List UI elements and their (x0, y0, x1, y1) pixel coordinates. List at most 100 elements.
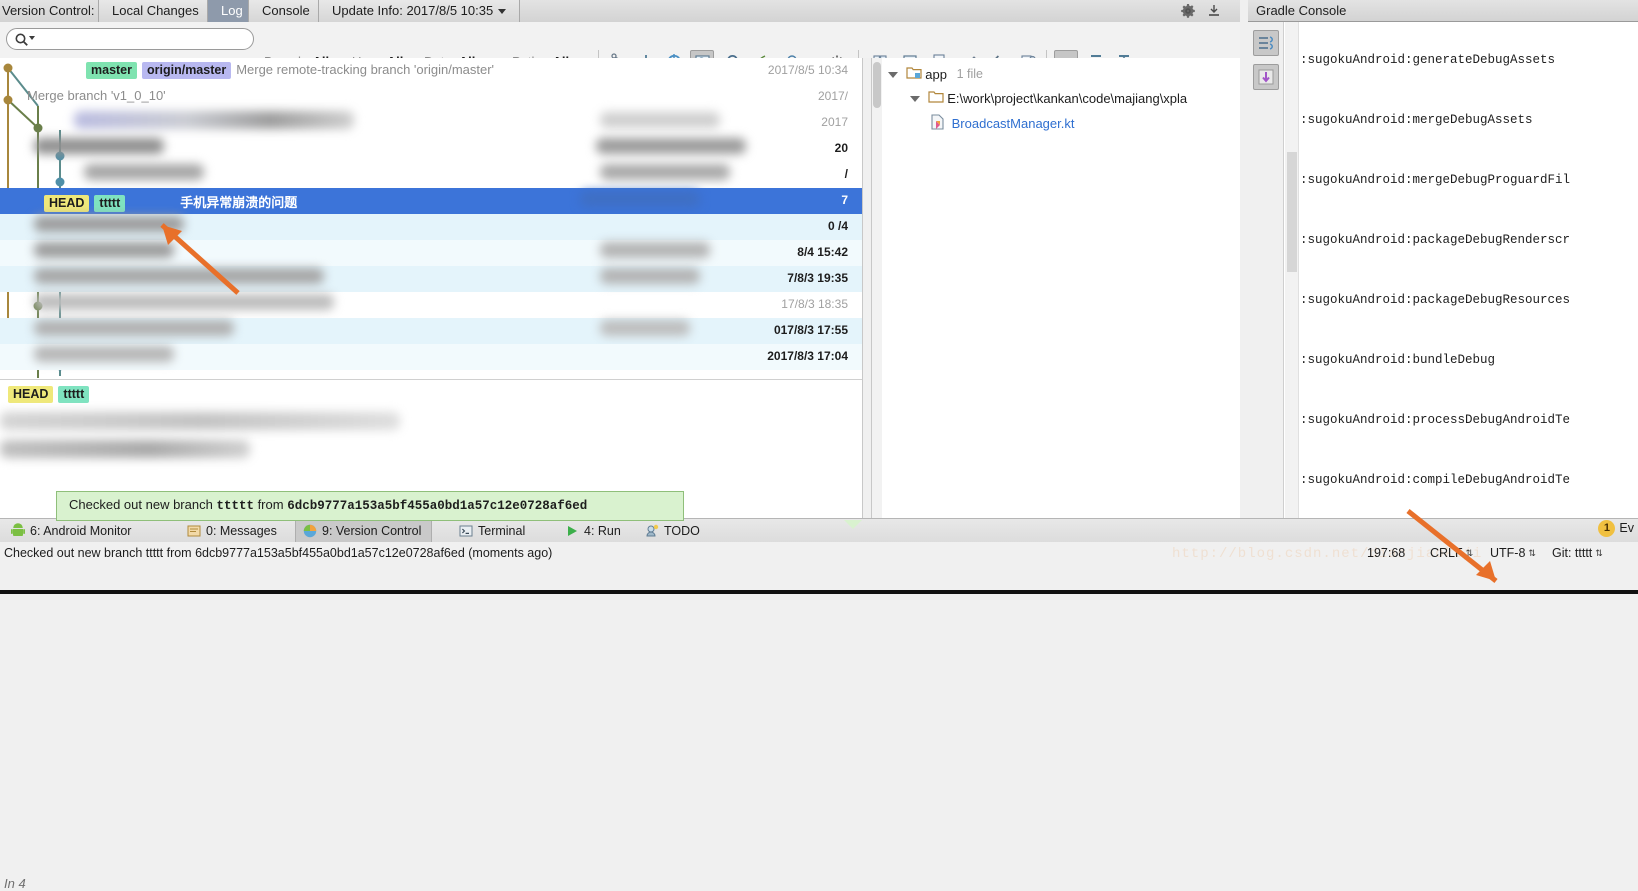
commit-date: 2017 (821, 115, 848, 129)
tab-console[interactable]: Console (248, 0, 324, 22)
commit-row-selected[interactable]: HEAD ttttt 手机异常崩溃的问题 7 (0, 188, 862, 214)
notification-balloon[interactable]: Checked out new branch ttttt from 6dcb97… (56, 491, 684, 521)
android-icon (10, 523, 26, 539)
ref-label-branch[interactable]: master (86, 62, 137, 80)
toolwindow-android-monitor[interactable]: 6: Android Monitor (4, 519, 141, 543)
toolwindow-todo[interactable]: TODO (638, 519, 710, 543)
commit-row[interactable]: 017/8/3 17:55 (0, 318, 862, 344)
changed-files-tree[interactable]: app 1 file E:\work\project\kankan\code\m… (872, 58, 1240, 518)
commit-row[interactable]: 0 /4 (0, 214, 862, 240)
updown-icon: ⇅ (1595, 548, 1603, 559)
filetree-file-label[interactable]: BroadcastManager.kt (952, 116, 1075, 131)
screen-bottom-edge (0, 590, 1638, 594)
commit-subject: Merge remote-tracking branch 'origin/mas… (236, 62, 495, 77)
commit-date: 2017/8/3 17:04 (767, 349, 848, 363)
partial-editor-text: In 4 (4, 876, 26, 891)
ref-label-branch[interactable]: ttttt (58, 386, 90, 404)
commit-row[interactable]: master origin/master Merge remote-tracking… (0, 58, 862, 84)
version-control-icon (302, 523, 318, 539)
redacted-detail-line (0, 412, 400, 430)
notification-text: Checked out new branch ttttt from 6dcb97… (69, 497, 588, 513)
notification-hash: 6dcb9777a153a5bf455a0bd1a57c12e0728af6ed (287, 499, 588, 513)
search-scope-chevron-icon[interactable] (29, 36, 35, 40)
commit-row[interactable]: Merge branch 'v1_0_10' 2017/ (0, 84, 862, 110)
filetree-scrollbar[interactable] (872, 58, 882, 518)
filetree-node-file[interactable]: BroadcastManager.kt (930, 114, 1074, 133)
gradle-console-panel: Gradle Console :sugokuAndroid:generateDe… (1248, 0, 1638, 518)
git-branch-widget[interactable]: Git: ttttt ⇅ (1552, 546, 1603, 560)
commit-detail-refs: HEAD ttttt (8, 386, 94, 404)
tab-update-info[interactable]: Update Info: 2017/8/5 10:35 (318, 0, 521, 22)
gradle-line: :sugokuAndroid:mergeDebugProguardFil (1300, 173, 1571, 187)
redacted-author (596, 138, 746, 154)
redacted-author (600, 242, 710, 258)
redacted-author (580, 191, 700, 207)
updown-icon: ⇅ (1528, 548, 1536, 559)
toolwindow-version-control[interactable]: 9: Version Control (295, 519, 433, 543)
todo-icon (644, 523, 660, 539)
ref-label-remote[interactable]: origin/master (142, 62, 232, 80)
commit-log-list[interactable]: master origin/master Merge remote-tracking… (0, 58, 862, 378)
toolwindow-terminal[interactable]: Terminal (452, 519, 535, 543)
gradle-line: :sugokuAndroid:packageDebugRenderscr (1300, 233, 1571, 247)
toggle-tasks-icon[interactable] (1253, 30, 1279, 56)
gradle-line: :sugokuAndroid:compileDebugAndroidTe (1300, 473, 1571, 487)
gradle-console-output: :sugokuAndroid:generateDebugAssets :sugo… (1300, 22, 1638, 518)
commit-row[interactable]: 7/8/3 19:35 (0, 266, 862, 292)
filetree-node-path[interactable]: E:\work\project\kankan\code\majiang\xpla (910, 90, 1187, 107)
terminal-icon (458, 523, 474, 539)
search-input[interactable] (37, 31, 246, 49)
module-folder-icon (906, 66, 922, 83)
caret-position[interactable]: 197:68 (1367, 546, 1405, 560)
balloon-tail (844, 520, 862, 529)
event-log-badge[interactable]: 1 Ev (1598, 520, 1634, 537)
panel-splitter[interactable] (862, 58, 872, 518)
redacted-author (600, 112, 720, 128)
gradle-line: :sugokuAndroid:generateDebugAssets (1300, 53, 1556, 67)
ref-label-branch[interactable]: ttttt (94, 195, 126, 213)
hide-window-icon[interactable] (1206, 3, 1222, 19)
line-separator[interactable]: CRLF ⇅ (1430, 546, 1473, 560)
commit-row[interactable]: / (0, 162, 862, 188)
chevron-down-icon[interactable] (910, 95, 920, 102)
filetree-node-app[interactable]: app 1 file (888, 66, 983, 83)
tab-local-changes[interactable]: Local Changes (98, 0, 213, 22)
toolwindow-label: 4: Run (584, 524, 621, 538)
commit-date: 0 /4 (827, 219, 848, 233)
search-input-wrapper[interactable] (6, 28, 254, 50)
commit-subject: 手机异常崩溃的问题 (180, 195, 298, 210)
chevron-down-icon (498, 9, 507, 15)
search-icon (15, 33, 28, 46)
commit-row[interactable]: 17/8/3 18:35 (0, 292, 862, 318)
gradle-line: :sugokuAndroid:bundleDebug (1300, 353, 1496, 367)
chevron-down-icon[interactable] (888, 71, 898, 78)
commit-row[interactable]: 20 (0, 136, 862, 162)
redacted-commit-message (84, 164, 204, 180)
commit-row[interactable]: 8/4 15:42 (0, 240, 862, 266)
toolwindow-messages[interactable]: 0: Messages (180, 519, 287, 543)
log-toolbar: Branch: All⇅ User: All⇅ Date: All⇅ Paths… (0, 22, 1240, 74)
redacted-commit-message (34, 294, 334, 310)
vc-panel-label: Version Control: (2, 3, 95, 18)
gradle-console-scrollbar[interactable] (1285, 22, 1299, 518)
ref-label-head[interactable]: HEAD (8, 386, 54, 404)
file-encoding[interactable]: UTF-8 ⇅ (1490, 546, 1536, 560)
toolwindow-label: 9: Version Control (322, 524, 422, 538)
redacted-commit-message (74, 111, 354, 129)
filetree-scrollbar-thumb[interactable] (873, 62, 881, 108)
commit-row[interactable]: 2017/8/3 17:04 (0, 344, 862, 370)
ref-label-head[interactable]: HEAD (44, 195, 90, 213)
commit-row[interactable]: 2017 (0, 110, 862, 136)
redacted-commit-message (34, 216, 184, 232)
ide-window: Version Control: Local Changes Log Conso… (0, 0, 1638, 891)
gear-icon[interactable] (1180, 3, 1196, 19)
redacted-author (600, 268, 700, 284)
scroll-to-end-icon[interactable] (1253, 64, 1279, 90)
gradle-line: :sugokuAndroid:processDebugAndroidTe (1300, 413, 1571, 427)
commit-date: 2017/8/5 10:34 (767, 63, 848, 77)
notification-branch: ttttt (216, 499, 254, 513)
commit-date: 2017/ (817, 89, 848, 103)
commit-date: 17/8/3 18:35 (781, 297, 848, 311)
toolwindow-run[interactable]: 4: Run (558, 519, 631, 543)
gradle-console-scrollbar-thumb[interactable] (1287, 152, 1297, 272)
